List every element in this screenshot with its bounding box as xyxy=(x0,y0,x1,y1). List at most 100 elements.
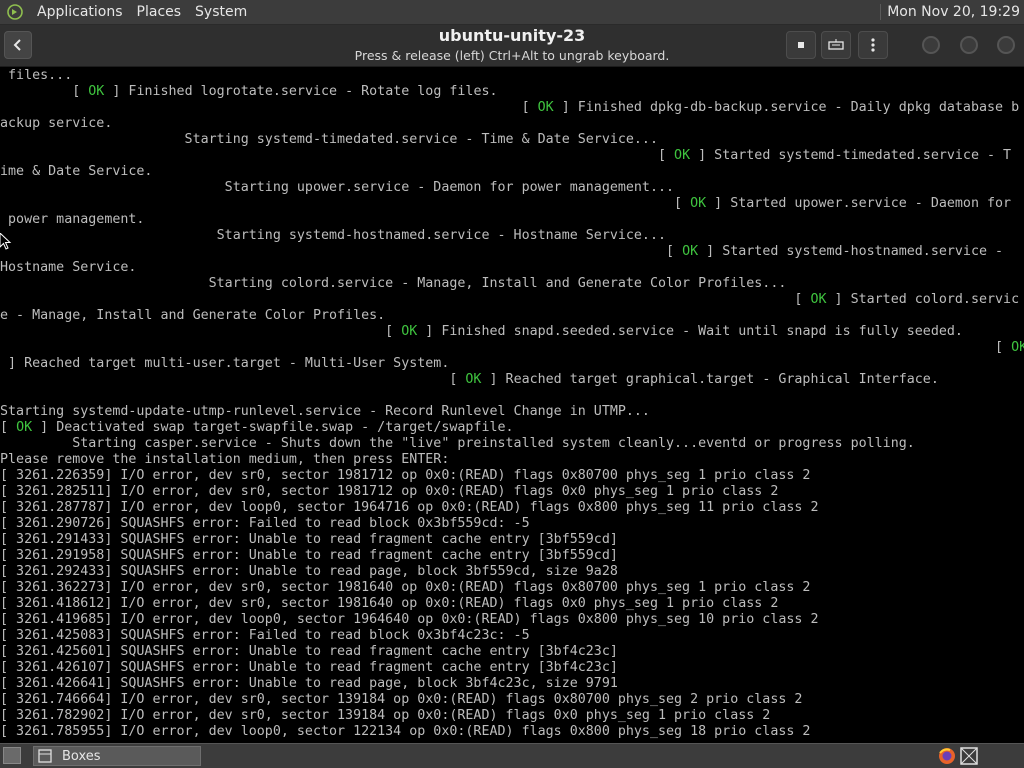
console-line-text: ] Started systemd-hostnamed.service - xyxy=(698,244,1004,259)
console-line-text: [ 3261.425601] SQUASHFS error: Unable to… xyxy=(0,644,618,659)
applications-menu[interactable]: Applications xyxy=(30,0,130,25)
console-line: e - Manage, Install and Generate Color P… xyxy=(0,308,385,324)
distro-logo-icon[interactable] xyxy=(6,3,24,21)
keyboard-button[interactable] xyxy=(821,31,851,59)
console-line: [ OK ] Finished snapd.seeded.service - W… xyxy=(0,324,963,340)
console-line-text: [ xyxy=(0,196,691,211)
console-line-text: e - Manage, Install and Generate Color P… xyxy=(0,308,386,323)
console-line: ime & Date Service. xyxy=(0,164,152,180)
console-line-text: [ xyxy=(0,324,402,339)
vm-console[interactable]: files... [ OK ] Finished logrotate.servi… xyxy=(0,67,1024,743)
console-line: [ 3261.282511] I/O error, dev sr0, secto… xyxy=(0,484,778,500)
console-line: [ 3261.426107] SQUASHFS error: Unable to… xyxy=(0,660,618,676)
ok-status: OK xyxy=(16,420,33,435)
console-line: Starting systemd-hostnamed.service - Hos… xyxy=(0,228,666,244)
console-line: [ 3261.287787] I/O error, dev loop0, sec… xyxy=(0,500,818,516)
console-line-text: [ xyxy=(0,292,811,307)
close-button[interactable] xyxy=(997,36,1015,54)
minimize-button[interactable] xyxy=(922,36,940,54)
console-line: Starting systemd-update-utmp-runlevel.se… xyxy=(0,404,650,420)
stop-icon xyxy=(798,42,804,48)
console-line-text: ] Finished dpkg-db-backup.service - Dail… xyxy=(553,100,1020,115)
bottom-panel: Boxes xyxy=(0,743,1024,768)
console-line-text: Starting systemd-update-utmp-runlevel.se… xyxy=(0,404,650,419)
console-line-text: [ 3261.426641] SQUASHFS error: Unable to… xyxy=(0,676,618,691)
console-line: [ 3261.290726] SQUASHFS error: Failed to… xyxy=(0,516,530,532)
console-line-text: [ 3261.362273] I/O error, dev sr0, secto… xyxy=(0,580,811,595)
system-menu[interactable]: System xyxy=(188,0,254,25)
console-line-text: [ 3261.287787] I/O error, dev loop0, sec… xyxy=(0,500,819,515)
console-line-text: Starting upower.service - Daemon for pow… xyxy=(0,180,675,195)
console-line: ackup service. xyxy=(0,116,112,132)
console-line: Starting upower.service - Daemon for pow… xyxy=(0,180,674,196)
console-line: [ 3261.425083] SQUASHFS error: Failed to… xyxy=(0,628,530,644)
top-panel: Applications Places System Mon Nov 20, 1… xyxy=(0,0,1024,25)
console-line: [ OK ] Finished logrotate.service - Rota… xyxy=(0,84,497,100)
places-menu[interactable]: Places xyxy=(130,0,189,25)
console-line: [ OK ] Started colord.servic xyxy=(0,292,1019,308)
firefox-icon[interactable] xyxy=(937,746,957,766)
console-line-text: Hostname Service. xyxy=(0,260,137,275)
stop-button[interactable] xyxy=(786,31,816,59)
console-line-text: [ xyxy=(0,148,675,163)
ok-status: OK xyxy=(690,196,707,211)
show-desktop-button[interactable] xyxy=(3,747,21,764)
console-line-text: ] Deactivated swap target-swapfile.swap … xyxy=(32,420,514,435)
console-line: [ 3261.426641] SQUASHFS error: Unable to… xyxy=(0,676,618,692)
console-line: [ OK xyxy=(0,340,1024,356)
console-line: ] Reached target multi-user.target - Mul… xyxy=(0,356,449,372)
console-line: [ 3261.419685] I/O error, dev loop0, sec… xyxy=(0,612,818,628)
console-line: power management. xyxy=(0,212,144,228)
console-line-text: [ xyxy=(0,372,466,387)
console-line-text: Starting casper.service - Shuts down the… xyxy=(0,436,915,451)
boxes-tray-icon[interactable] xyxy=(959,746,979,766)
ok-status: OK xyxy=(810,292,827,307)
console-line-text: ime & Date Service. xyxy=(0,164,153,179)
menu-button[interactable] xyxy=(858,31,888,59)
ok-status: OK xyxy=(537,100,554,115)
clock[interactable]: Mon Nov 20, 19:29 xyxy=(880,4,1024,20)
vertical-dots-icon xyxy=(871,38,875,52)
console-line: [ 3261.291433] SQUASHFS error: Unable to… xyxy=(0,532,618,548)
console-line-text: [ xyxy=(0,100,538,115)
window-header: ubuntu-unity-23 Press & release (left) C… xyxy=(0,25,1024,67)
console-line-text: ] Started colord.servic xyxy=(826,292,1020,307)
console-line-text: [ xyxy=(0,340,1012,355)
console-line: [ 3261.782902] I/O error, dev sr0, secto… xyxy=(0,708,770,724)
console-line-text: [ 3261.418612] I/O error, dev sr0, secto… xyxy=(0,596,779,611)
ok-status: OK xyxy=(674,148,691,163)
ok-status: OK xyxy=(682,244,699,259)
console-line-text: Starting systemd-hostnamed.service - Hos… xyxy=(0,228,667,243)
console-line-text: [ 3261.419685] I/O error, dev loop0, sec… xyxy=(0,612,819,627)
ok-status: OK xyxy=(1011,340,1024,355)
console-line: [ OK ] Started systemd-hostnamed.service… xyxy=(0,244,1003,260)
ok-status: OK xyxy=(88,84,105,99)
console-line: Hostname Service. xyxy=(0,260,136,276)
console-line: [ OK ] Deactivated swap target-swapfile.… xyxy=(0,420,514,436)
console-line-text: [ 3261.782902] I/O error, dev sr0, secto… xyxy=(0,708,771,723)
boxes-app-icon xyxy=(38,749,52,763)
console-line-text: [ 3261.785955] I/O error, dev loop0, sec… xyxy=(0,724,811,739)
taskbar-item-boxes[interactable]: Boxes xyxy=(33,746,201,766)
console-line-text: ] Started systemd-timedated.service - T xyxy=(690,148,1012,163)
console-line: [ OK ] Started systemd-timedated.service… xyxy=(0,148,1011,164)
console-line-text: ] Reached target multi-user.target - Mul… xyxy=(0,356,450,371)
console-line: [ OK ] Started upower.service - Daemon f… xyxy=(0,196,1011,212)
console-line: Starting colord.service - Manage, Instal… xyxy=(0,276,787,292)
console-line-text: [ 3261.282511] I/O error, dev sr0, secto… xyxy=(0,484,779,499)
console-line-text: [ 3261.425083] SQUASHFS error: Failed to… xyxy=(0,628,530,643)
ok-status: OK xyxy=(465,372,482,387)
console-line: [ 3261.362273] I/O error, dev sr0, secto… xyxy=(0,580,810,596)
console-line: Starting systemd-timedated.service - Tim… xyxy=(0,132,658,148)
console-line: files... xyxy=(0,68,72,84)
keyboard-icon xyxy=(828,39,844,50)
console-line: Please remove the installation medium, t… xyxy=(0,452,449,468)
console-line: [ 3261.291958] SQUASHFS error: Unable to… xyxy=(0,548,618,564)
console-line: [ 3261.785955] I/O error, dev loop0, sec… xyxy=(0,724,810,740)
console-line: [ 3261.425601] SQUASHFS error: Unable to… xyxy=(0,644,618,660)
console-line-text: [ 3261.226359] I/O error, dev sr0, secto… xyxy=(0,468,811,483)
console-line-text: Starting systemd-timedated.service - Tim… xyxy=(0,132,658,147)
console-line: Starting casper.service - Shuts down the… xyxy=(0,436,915,452)
maximize-button[interactable] xyxy=(960,36,978,54)
console-line-text: [ xyxy=(0,244,683,259)
